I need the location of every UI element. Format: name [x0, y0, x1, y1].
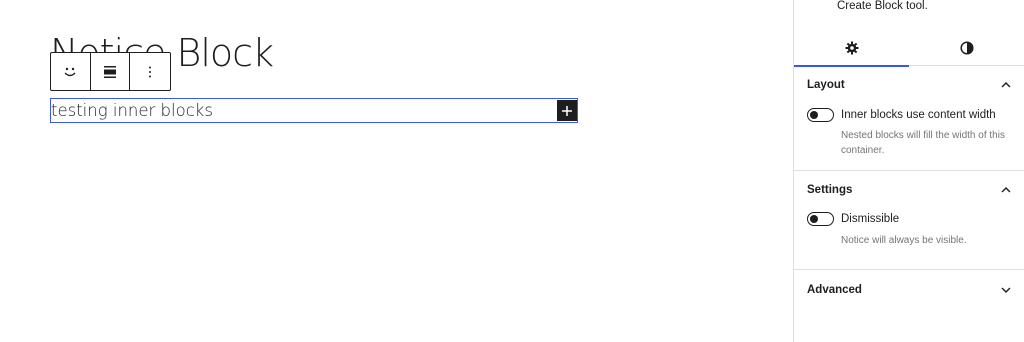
block-description: Create Block tool.: [837, 0, 928, 12]
chevron-up-icon: [1000, 79, 1012, 91]
panel-title: Settings: [807, 184, 853, 196]
panel-advanced-header[interactable]: Advanced: [807, 275, 1012, 305]
plus-icon: [562, 105, 572, 116]
toggle-label: Dismissible: [841, 213, 900, 225]
dismissible-toggle-row[interactable]: Dismissible: [807, 212, 899, 226]
tab-styles[interactable]: [909, 29, 1024, 66]
editor-canvas: Notice Block testing inner block: [0, 0, 793, 342]
align-center-icon: [104, 65, 116, 78]
panel-settings-header[interactable]: Settings: [807, 175, 1012, 205]
half-circle-icon: [959, 40, 974, 55]
block-type-button[interactable]: [51, 53, 91, 90]
help-text: Notice will always be visible.: [841, 235, 967, 246]
block-inserter-button[interactable]: [557, 100, 577, 121]
more-vertical-icon: [149, 66, 152, 77]
chevron-up-icon: [1000, 184, 1012, 196]
sidebar-tabs: [794, 29, 1024, 67]
dismissible-toggle[interactable]: [807, 212, 834, 226]
content-width-toggle[interactable]: [807, 108, 834, 122]
panel-advanced: Advanced: [794, 275, 1024, 315]
block-toolbar: [50, 52, 171, 91]
panel-layout-header[interactable]: Layout: [807, 70, 1012, 100]
panel-title: Advanced: [807, 284, 862, 296]
panel-title: Layout: [807, 79, 845, 91]
toggle-label: Inner blocks use content width: [841, 109, 996, 121]
align-button[interactable]: [91, 53, 131, 90]
chevron-down-icon: [1000, 284, 1012, 296]
content-width-toggle-row[interactable]: Inner blocks use content width: [807, 108, 996, 122]
help-text: Nested blocks will fill the width of thi…: [841, 130, 1005, 156]
tab-settings[interactable]: [794, 29, 909, 67]
gear-icon: [845, 41, 858, 54]
panel-layout: Layout Inner blocks use content width Ne…: [794, 70, 1024, 171]
smiley-icon: [64, 67, 76, 76]
settings-sidebar: Create Block tool. Layout Inner blocks u…: [793, 0, 1024, 342]
panel-settings: Settings Dismissible Notice will always …: [794, 175, 1024, 270]
inner-block-text[interactable]: testing inner blocks: [51, 101, 213, 121]
inner-block-paragraph[interactable]: testing inner blocks: [50, 98, 578, 123]
options-button[interactable]: [130, 53, 170, 90]
